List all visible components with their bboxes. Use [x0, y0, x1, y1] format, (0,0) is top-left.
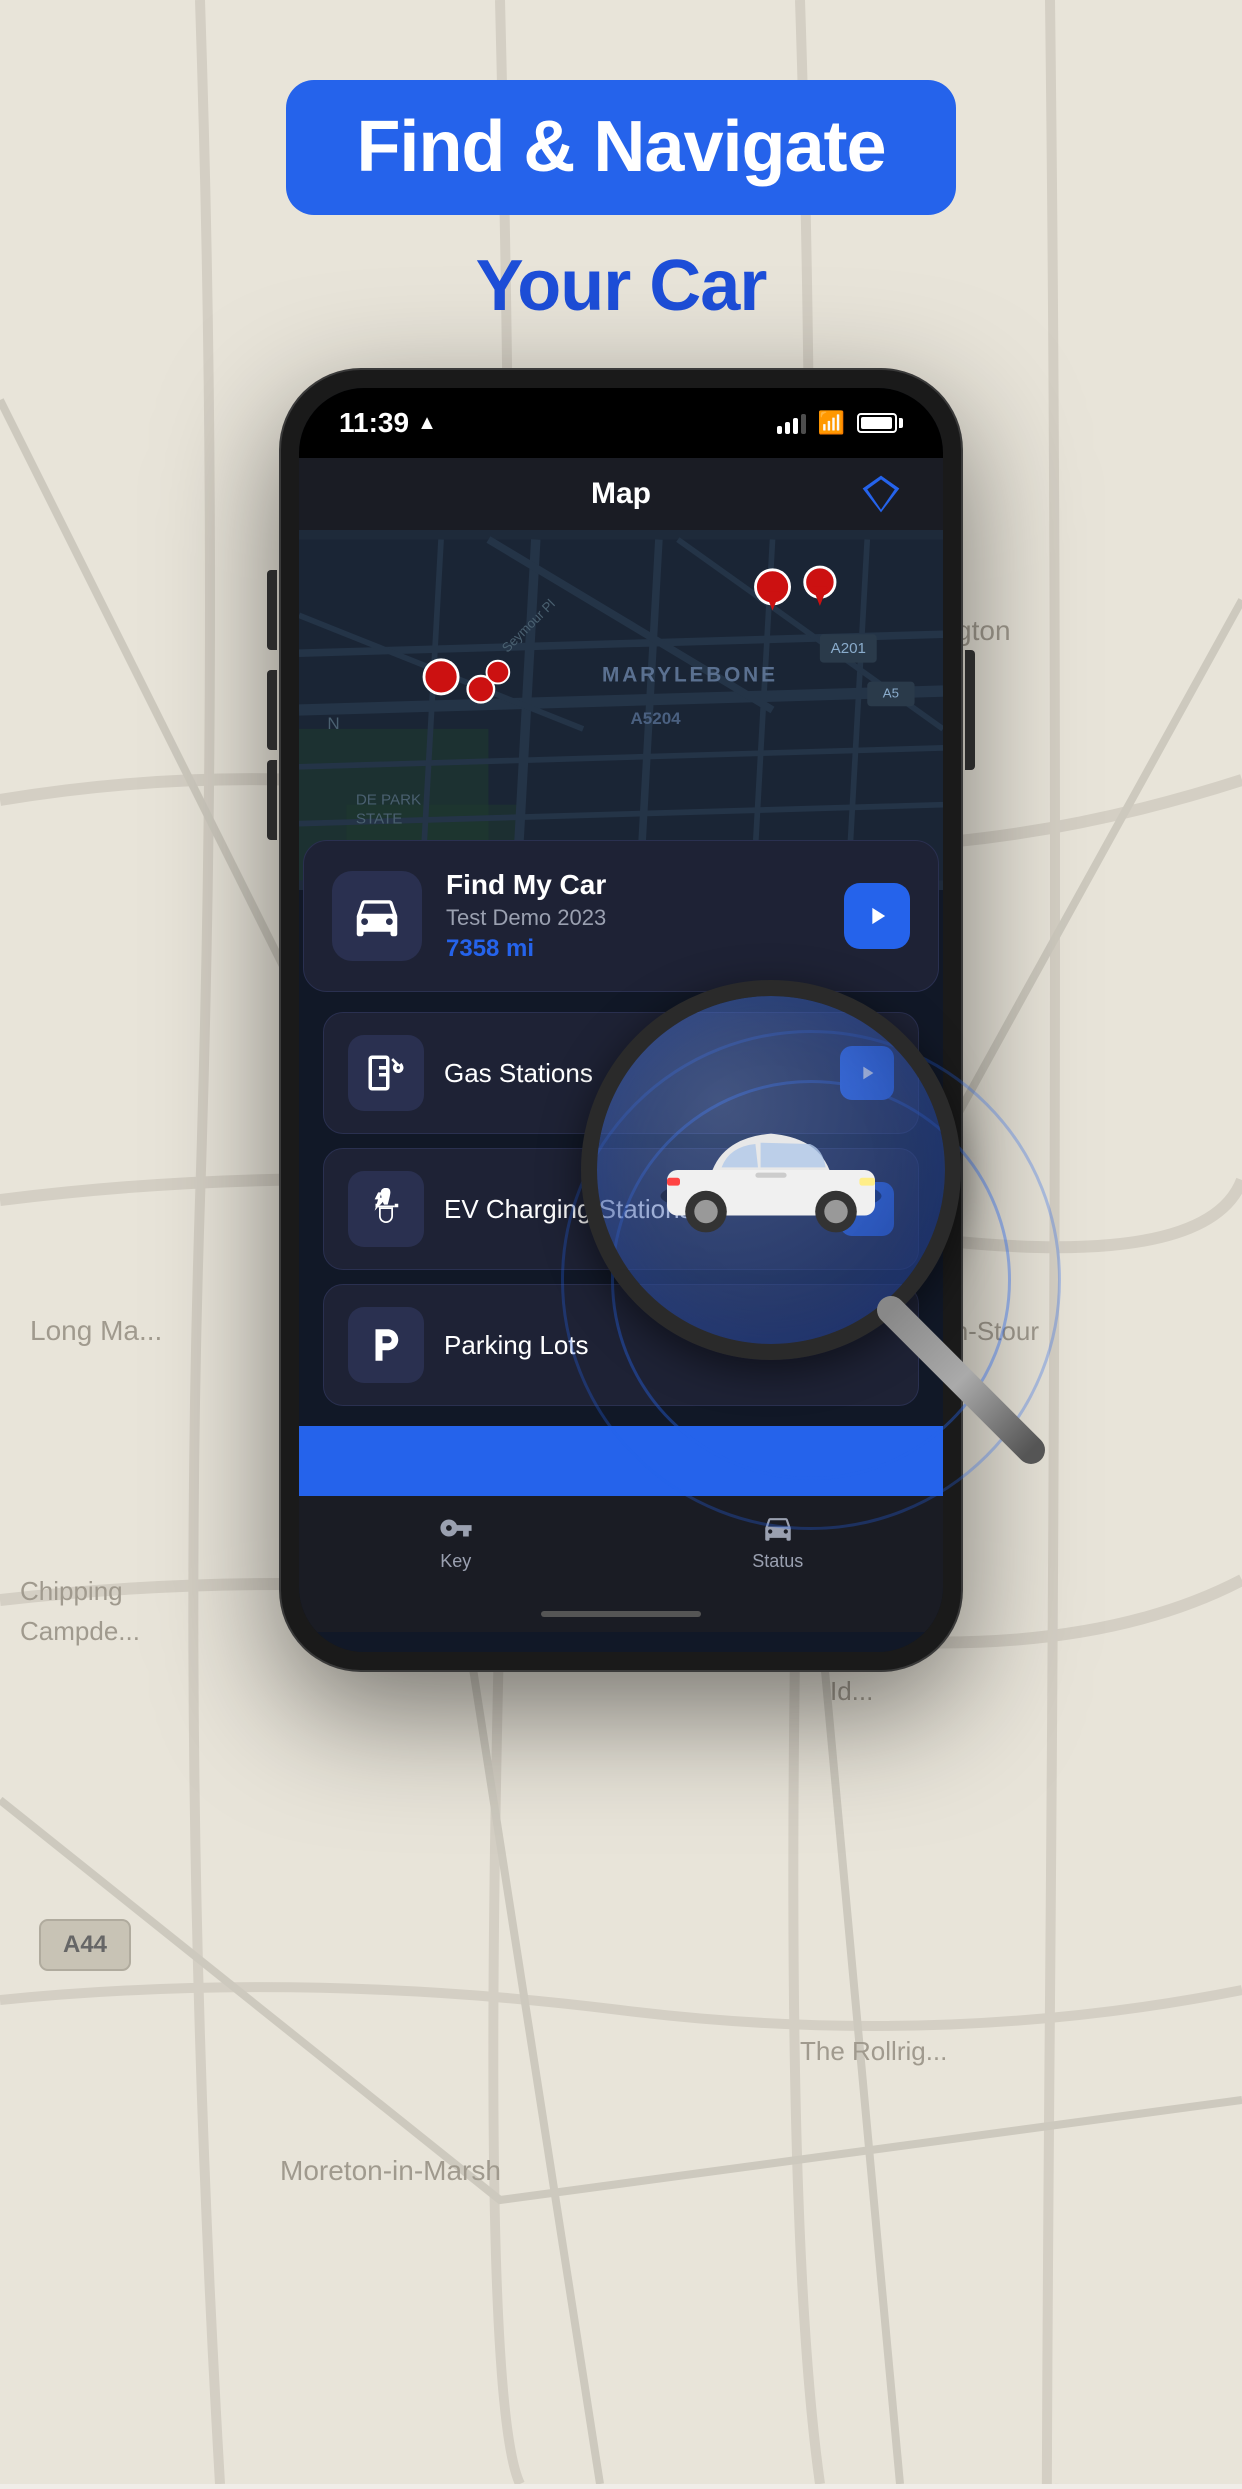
clock: 11:39: [339, 407, 409, 439]
find-my-car-distance: 7358 mi: [446, 935, 820, 963]
status-bar: 11:39 ▲ 📶: [299, 388, 943, 458]
find-my-car-navigate-button[interactable]: [844, 883, 910, 949]
svg-text:Id...: Id...: [830, 1676, 873, 1706]
phone-mockup: 11:39 ▲ 📶: [281, 370, 961, 1670]
hero-badge: Find & Navigate: [286, 80, 955, 215]
svg-text:A5204: A5204: [630, 709, 681, 728]
status-time: 11:39 ▲: [339, 407, 437, 439]
wifi-icon: 📶: [818, 410, 845, 436]
magnifier-overlay: [581, 980, 1041, 1440]
svg-text:The Rollrig...: The Rollrig...: [800, 2036, 947, 2066]
home-bar: [541, 1611, 701, 1617]
svg-text:STATE: STATE: [356, 811, 403, 828]
svg-text:A5: A5: [883, 686, 899, 701]
svg-text:N: N: [327, 714, 339, 733]
status-right: 📶: [777, 410, 903, 436]
svg-text:Campde...: Campde...: [20, 1616, 140, 1646]
status-tab-label: Status: [752, 1551, 803, 1572]
svg-text:Long Ma...: Long Ma...: [30, 1315, 162, 1346]
ev-charging-icon-box: [348, 1171, 424, 1247]
magnifier-handle-svg: [871, 1290, 1051, 1470]
gas-station-icon-box: [348, 1035, 424, 1111]
hero-subtitle: Your Car: [476, 245, 767, 327]
signal-bars-icon: [777, 412, 806, 434]
hero-section: Find & Navigate Your Car: [0, 80, 1242, 327]
key-icon: [439, 1511, 473, 1545]
find-my-car-card[interactable]: Find My Car Test Demo 2023 7358 mi: [303, 840, 939, 992]
dynamic-island: [541, 406, 701, 442]
app-title: Map: [383, 477, 859, 511]
car-in-magnifier-svg: [641, 1090, 901, 1250]
svg-text:DE PARK: DE PARK: [356, 792, 421, 809]
ev-charging-icon: [365, 1188, 407, 1230]
app-header: Map: [299, 458, 943, 530]
hero-title: Find & Navigate: [356, 107, 885, 187]
premium-diamond-icon[interactable]: [859, 472, 903, 516]
tab-key[interactable]: Key: [439, 1511, 473, 1572]
gas-pump-icon: [365, 1052, 407, 1094]
phone-map: A5204 MARYLEBONE DE PARK STATE N A201 A5: [299, 530, 943, 890]
find-my-car-title: Find My Car: [446, 869, 820, 901]
svg-text:MARYLEBONE: MARYLEBONE: [602, 664, 778, 687]
parking-icon: [365, 1324, 407, 1366]
svg-text:Chipping: Chipping: [20, 1576, 123, 1606]
svg-text:Moreton-in-Marsh: Moreton-in-Marsh: [280, 2155, 501, 2186]
find-my-car-subtitle: Test Demo 2023: [446, 905, 820, 931]
find-my-car-info: Find My Car Test Demo 2023 7358 mi: [446, 869, 820, 963]
svg-text:A44: A44: [63, 1931, 108, 1958]
svg-text:A201: A201: [831, 640, 866, 657]
home-indicator: [299, 1596, 943, 1632]
car-icon-box: [332, 871, 422, 961]
key-tab-label: Key: [440, 1551, 471, 1572]
parking-icon-box: [348, 1307, 424, 1383]
car-icon: [350, 889, 404, 943]
battery-icon: [857, 413, 903, 433]
location-arrow-icon: ▲: [417, 412, 437, 435]
